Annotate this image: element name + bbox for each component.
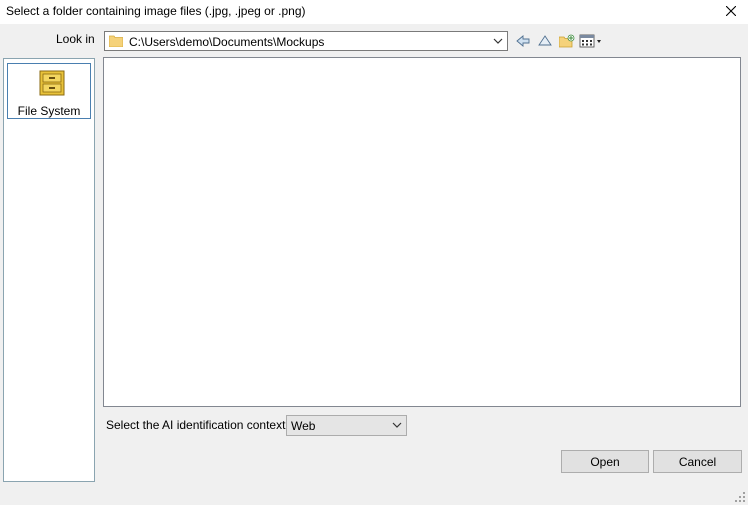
up-folder-button[interactable] [534,31,556,51]
back-button[interactable] [512,31,534,51]
chevron-down-icon [392,422,402,428]
places-item-file-system[interactable]: File System [7,63,91,119]
up-folder-icon [538,35,552,46]
dialog-body: Look in C:\Users\demo\Documents\Mockups [0,24,748,505]
chevron-down-icon[interactable] [491,34,505,48]
places-bar: File System [3,58,95,482]
view-menu-icon [579,34,601,48]
look-in-path: C:\Users\demo\Documents\Mockups [129,35,325,49]
close-button[interactable] [714,0,748,22]
new-folder-icon [559,34,575,48]
folder-icon [109,35,123,47]
close-icon [726,6,736,16]
dialog-title: Select a folder containing image files (… [6,4,306,18]
file-cabinet-icon [39,70,65,96]
resize-grip-icon[interactable] [734,491,746,503]
cancel-button[interactable]: Cancel [653,450,742,473]
look-in-combobox[interactable]: C:\Users\demo\Documents\Mockups [104,31,508,51]
new-folder-button[interactable] [556,31,578,51]
places-item-label: File System [17,104,81,118]
file-list-view[interactable] [103,57,741,407]
look-in-label: Look in [56,32,95,46]
context-select[interactable]: Web [286,415,407,436]
navigation-toolbar [512,31,604,51]
context-selected-value: Web [291,419,316,433]
view-menu-button[interactable] [578,31,604,51]
title-bar: Select a folder containing image files (… [0,0,748,24]
open-button[interactable]: Open [561,450,649,473]
back-icon [516,35,530,47]
context-label: Select the AI identification context [106,418,286,432]
